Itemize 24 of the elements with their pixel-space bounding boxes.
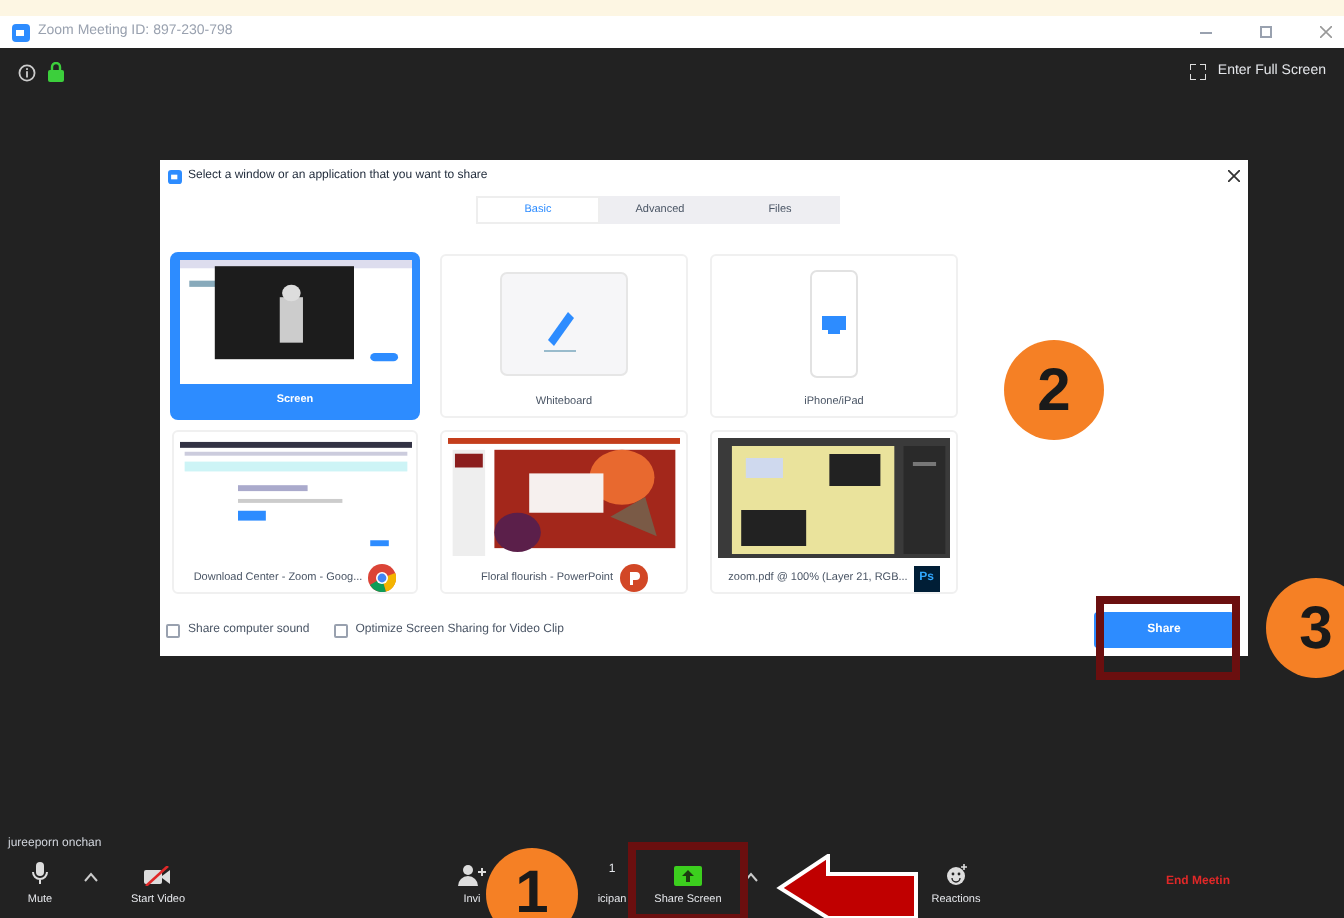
smiley-icon xyxy=(945,864,967,886)
caret-icon[interactable] xyxy=(83,871,97,881)
share-screen-icon xyxy=(674,866,702,886)
checkbox[interactable] xyxy=(166,623,180,637)
info-icon[interactable] xyxy=(18,63,36,82)
arrow-icon xyxy=(776,854,920,918)
tablet-icon xyxy=(810,270,858,378)
app-logo-icon xyxy=(168,169,182,183)
camera-off-icon xyxy=(144,866,172,886)
presentation-app-icon xyxy=(619,564,648,592)
close-icon[interactable] xyxy=(1228,170,1240,182)
checkbox[interactable] xyxy=(333,623,348,637)
person-add-icon xyxy=(458,864,486,886)
microphone-icon xyxy=(32,862,48,886)
fullscreen-icon[interactable] xyxy=(1189,64,1206,81)
maximize-icon[interactable] xyxy=(1260,26,1272,38)
whiteboard-icon xyxy=(500,272,628,376)
app-logo-icon xyxy=(12,23,30,41)
step-number: 3 xyxy=(1266,578,1344,678)
caret-icon[interactable] xyxy=(743,871,757,881)
browser-app-icon xyxy=(368,564,397,592)
lock-icon[interactable] xyxy=(48,62,64,83)
minimize-icon[interactable] xyxy=(1200,31,1212,33)
step-number: 1 xyxy=(486,848,578,918)
